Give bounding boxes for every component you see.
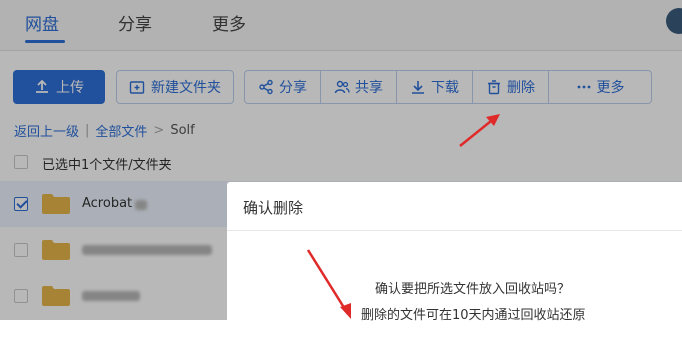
dialog-message-line2: 删除的文件可在10天内通过回收站还原 <box>361 308 586 323</box>
dialog-header: 确认删除 <box>227 182 682 231</box>
confirm-delete-dialog: 确认删除 确认要把所选文件放入回收站吗？ 删除的文件可在10天内通过回收站还原 <box>227 182 682 342</box>
dialog-message-line1: 确认要把所选文件放入回收站吗？ <box>375 282 571 297</box>
dialog-title: 确认删除 <box>243 199 304 217</box>
